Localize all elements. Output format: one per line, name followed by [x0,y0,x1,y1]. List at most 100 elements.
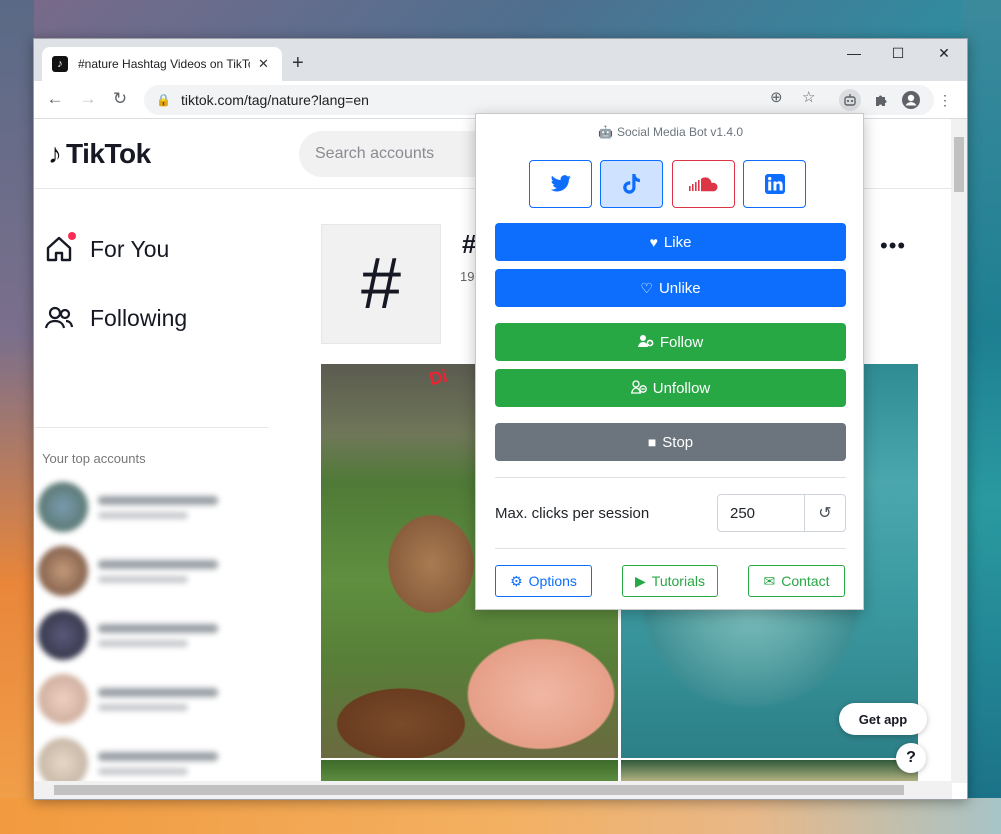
tiktok-favicon-icon: ♪ [52,56,68,72]
bookmark-star-icon[interactable]: ☆ [802,88,815,106]
reset-icon[interactable]: ↺ [804,494,846,532]
video-thumbnail[interactable] [321,760,618,783]
forward-arrow-icon[interactable]: → [77,89,99,109]
profile-avatar-icon[interactable] [900,89,922,111]
follow-button[interactable]: Follow [495,323,846,361]
follow-label: Follow [659,333,704,351]
contact-label: Contact [781,573,830,589]
address-bar[interactable]: 🔒 tiktok.com/tag/nature?lang=en [144,85,934,115]
stop-square-icon: ■ [647,434,657,450]
avatar [38,546,88,596]
account-item[interactable] [38,546,264,596]
reload-icon[interactable]: ↻ [109,89,131,109]
tutorials-label: Tutorials [651,573,705,589]
nav-for-you-label: For You [90,235,170,262]
user-plus-icon [637,334,654,351]
tiktok-logo-text: TikTok [66,138,151,169]
desktop-background-bottom [0,798,1001,834]
back-arrow-icon[interactable]: ← [44,89,66,109]
heart-outline-icon: ♡ [640,279,653,296]
users-icon [42,301,76,335]
avatar [38,482,88,532]
more-options-icon[interactable]: ••• [880,233,906,259]
tiktok-logo[interactable]: ♪ TikTok [48,138,151,170]
stop-label: Stop [662,433,694,451]
avatar [38,610,88,660]
nav-following-label: Following [90,304,188,331]
browser-window: ♪ #nature Hashtag Videos on TikTok ✕ + —… [33,38,968,800]
unlike-label: Unlike [658,279,701,297]
browser-menu-icon[interactable]: ⋮ [934,89,956,111]
account-text-blurred [98,751,218,775]
help-button[interactable]: ? [896,743,926,773]
account-item[interactable] [38,738,264,783]
like-label: Like [663,233,692,251]
url-text: tiktok.com/tag/nature?lang=en [180,92,369,108]
account-text-blurred [98,623,218,647]
video-play-icon: ▶ [635,572,646,589]
tiktok-note-icon: ♪ [48,138,62,169]
extensions-puzzle-icon[interactable] [870,89,892,111]
twitter-icon [550,175,571,192]
max-clicks-label: Max. clicks per session [495,505,650,522]
unfollow-button[interactable]: Unfollow [495,369,846,407]
top-accounts-heading: Your top accounts [42,451,146,466]
video-sign-text: Di [427,365,450,389]
nav-following[interactable]: Following [42,301,187,335]
browser-tab[interactable]: ♪ #nature Hashtag Videos on TikTok ✕ [42,47,282,81]
envelope-icon: ✉ [763,572,776,589]
popup-title: 🤖 Social Media Bot v1.4.0 [476,125,865,139]
max-clicks-input[interactable] [717,494,805,532]
contact-button[interactable]: ✉ Contact [748,565,845,597]
get-app-button[interactable]: Get app [839,703,927,735]
tutorials-button[interactable]: ▶ Tutorials [622,565,718,597]
title-bar: ♪ #nature Hashtag Videos on TikTok ✕ + —… [34,39,967,81]
install-app-icon[interactable]: ⊕ [770,88,783,106]
sidebar-divider [34,427,268,428]
gear-icon: ⚙ [510,572,523,589]
hashtag-views: 19 [460,269,475,284]
avatar [38,738,88,783]
social-media-bot-popup: 🤖 Social Media Bot v1.4.0 ♥ Like ♡ Unlike F… [475,113,864,610]
close-window-button[interactable]: ✕ [932,45,956,62]
popup-title-text: Social Media Bot v1.4.0 [616,125,744,139]
horizontal-scrollbar[interactable] [34,781,952,799]
linkedin-button[interactable] [743,160,806,208]
heart-icon: ♥ [649,234,658,250]
video-thumbnail[interactable] [621,760,918,783]
vertical-scrollbar[interactable] [951,119,967,783]
tiktok-icon [622,174,640,194]
hashtag-avatar: # [321,224,441,344]
tab-close-icon[interactable]: ✕ [258,56,269,72]
twitter-button[interactable] [529,160,592,208]
divider [495,548,846,549]
divider [495,477,846,478]
account-item[interactable] [38,482,264,532]
new-tab-button[interactable]: + [292,52,304,75]
minimize-button[interactable]: — [842,45,866,61]
unlike-button[interactable]: ♡ Unlike [495,269,846,307]
maximize-button[interactable]: ☐ [886,45,910,62]
avatar [38,674,88,724]
scrollbar-thumb[interactable] [954,137,964,192]
lock-icon: 🔒 [156,93,171,107]
options-label: Options [528,573,577,589]
soundcloud-icon [688,177,717,192]
tab-title: #nature Hashtag Videos on TikTok [78,57,250,71]
unfollow-label: Unfollow [652,379,711,397]
account-item[interactable] [38,610,264,660]
nav-for-you[interactable]: For You [42,232,169,266]
stop-button[interactable]: ■ Stop [495,423,846,461]
sidebar: For You Following Your top accounts [34,189,268,783]
tiktok-button[interactable] [600,160,663,208]
robot-icon: 🤖 [597,125,613,139]
options-button[interactable]: ⚙ Options [495,565,592,597]
like-button[interactable]: ♥ Like [495,223,846,261]
account-text-blurred [98,495,218,519]
account-item[interactable] [38,674,264,724]
desktop-background-left [0,0,34,834]
account-text-blurred [98,687,218,711]
scrollbar-thumb[interactable] [54,785,904,795]
soundcloud-button[interactable] [672,160,735,208]
robot-extension-icon[interactable] [839,89,861,111]
